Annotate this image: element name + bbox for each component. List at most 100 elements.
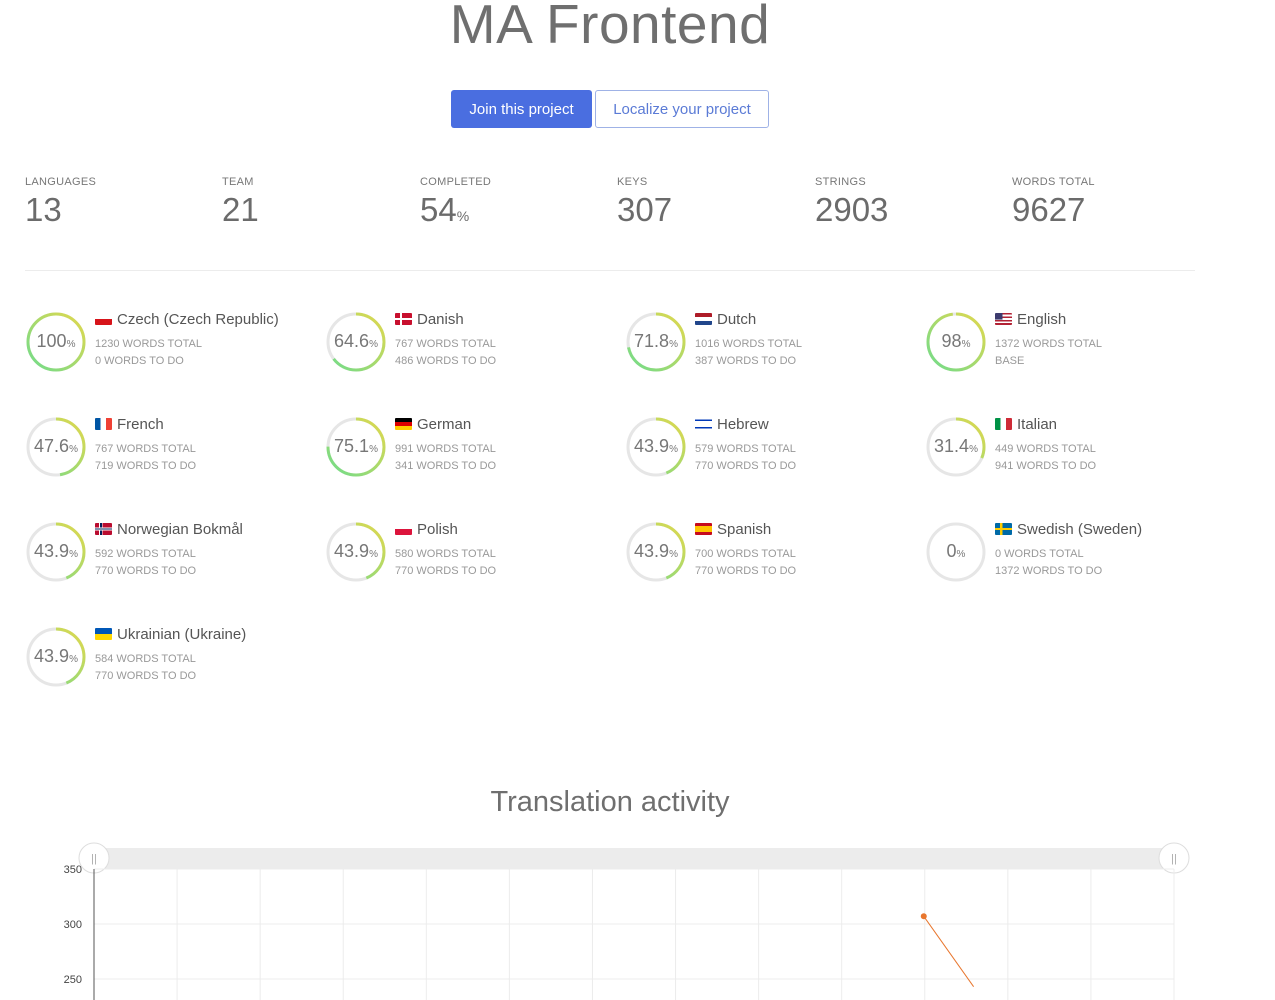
language-card[interactable]: 43.9% Ukrainian (Ukraine) 584 WORDS TOTAL 7… bbox=[25, 626, 315, 690]
stat-label: TEAM bbox=[222, 176, 254, 188]
language-name[interactable]: Hebrew bbox=[695, 416, 769, 433]
flag-icon bbox=[995, 523, 1012, 535]
stat-value: 21 bbox=[222, 191, 259, 228]
words-total: 767 WORDS TOTAL bbox=[95, 443, 196, 455]
flag-icon bbox=[95, 313, 112, 325]
progress-ring: 0% bbox=[925, 521, 987, 583]
words-todo: 770 WORDS TO DO bbox=[95, 670, 197, 682]
words-total: 584 WORDS TOTAL bbox=[95, 653, 196, 665]
words-todo: 941 WORDS TO DO bbox=[995, 460, 1097, 472]
language-card[interactable]: 31.4% Italian 449 WORDS TOTAL 941 WORDS TO … bbox=[925, 416, 1215, 480]
translation-activity-chart: || || 350 300 250 bbox=[64, 842, 1190, 1000]
localize-project-button[interactable]: Localize your project bbox=[595, 90, 769, 128]
words-todo: 1372 WORDS TO DO bbox=[995, 565, 1103, 577]
range-slider-track[interactable] bbox=[94, 848, 1174, 869]
language-name[interactable]: Spanish bbox=[695, 521, 771, 538]
language-name[interactable]: Swedish (Sweden) bbox=[995, 521, 1142, 538]
stat-completed: COMPLETED 54% bbox=[420, 176, 610, 234]
language-name[interactable]: Italian bbox=[995, 416, 1057, 433]
stat-value: 13 bbox=[25, 191, 62, 228]
handle-grip-icon: || bbox=[1171, 853, 1177, 865]
stat-value: 2903 bbox=[815, 191, 889, 228]
stat-label: STRINGS bbox=[815, 176, 866, 188]
progress-ring: 75.1% bbox=[325, 416, 387, 478]
progress-percent: 43.9% bbox=[634, 436, 678, 456]
progress-percent: 31.4% bbox=[934, 436, 978, 456]
language-name[interactable]: German bbox=[395, 416, 471, 433]
stat-label: KEYS bbox=[617, 176, 648, 188]
language-card[interactable]: 98% English 1372 WORDS TOTAL BASE bbox=[925, 311, 1215, 375]
language-name[interactable]: French bbox=[95, 416, 164, 433]
words-total: 592 WORDS TOTAL bbox=[95, 548, 196, 560]
join-project-button[interactable]: Join this project bbox=[451, 90, 592, 128]
words-total: 1372 WORDS TOTAL bbox=[995, 338, 1102, 350]
stat-keys: KEYS 307 bbox=[617, 176, 807, 234]
stat-label: WORDS TOTAL bbox=[1012, 176, 1095, 188]
words-total: 0 WORDS TOTAL bbox=[995, 548, 1084, 560]
progress-ring: 31.4% bbox=[925, 416, 987, 478]
language-card[interactable]: 64.6% Danish 767 WORDS TOTAL 486 WORDS TO D… bbox=[325, 311, 615, 375]
flag-icon bbox=[995, 313, 1012, 325]
progress-percent: 43.9% bbox=[334, 541, 378, 561]
words-total: 991 WORDS TOTAL bbox=[395, 443, 496, 455]
words-todo: 0 WORDS TO DO bbox=[95, 355, 184, 367]
words-total: 1230 WORDS TOTAL bbox=[95, 338, 202, 350]
language-name[interactable]: Czech (Czech Republic) bbox=[95, 311, 279, 328]
handle-grip-icon: || bbox=[91, 853, 97, 865]
language-name[interactable]: Ukrainian (Ukraine) bbox=[95, 626, 246, 643]
words-todo: 341 WORDS TO DO bbox=[395, 460, 497, 472]
language-card[interactable]: 43.9% Spanish 700 WORDS TOTAL 770 WORDS TO … bbox=[625, 521, 915, 585]
language-name[interactable]: Norwegian Bokmål bbox=[95, 521, 243, 538]
progress-ring: 47.6% bbox=[25, 416, 87, 478]
progress-ring: 43.9% bbox=[25, 521, 87, 583]
language-card[interactable]: 75.1% German 991 WORDS TOTAL 341 WORDS TO D… bbox=[325, 416, 615, 480]
progress-percent: 71.8% bbox=[634, 331, 678, 351]
progress-ring: 43.9% bbox=[625, 416, 687, 478]
stat-value: 54% bbox=[420, 191, 470, 228]
flag-icon bbox=[395, 313, 412, 325]
language-card[interactable]: 47.6% French 767 WORDS TOTAL 719 WORDS TO D… bbox=[25, 416, 315, 480]
words-todo: 770 WORDS TO DO bbox=[395, 565, 497, 577]
progress-percent: 47.6% bbox=[34, 436, 78, 456]
language-card[interactable]: 0% Swedish (Sweden) 0 WORDS TOTAL 1372 WORD… bbox=[925, 521, 1215, 585]
progress-ring: 64.6% bbox=[325, 311, 387, 373]
stat-value: 307 bbox=[617, 191, 673, 228]
words-total: 580 WORDS TOTAL bbox=[395, 548, 496, 560]
y-tick-label: 350 bbox=[64, 864, 82, 876]
progress-percent: 98% bbox=[941, 331, 971, 351]
stat-label: COMPLETED bbox=[420, 176, 492, 188]
words-todo: 387 WORDS TO DO bbox=[695, 355, 797, 367]
progress-ring: 43.9% bbox=[25, 626, 87, 688]
progress-percent: 43.9% bbox=[34, 646, 78, 666]
language-name[interactable]: Dutch bbox=[695, 311, 756, 328]
activity-title: Translation activity bbox=[490, 786, 730, 818]
flag-icon bbox=[95, 523, 112, 535]
progress-ring: 43.9% bbox=[325, 521, 387, 583]
words-todo: 770 WORDS TO DO bbox=[695, 460, 797, 472]
stat-team: TEAM 21 bbox=[222, 176, 412, 234]
language-card[interactable]: 71.8% Dutch 1016 WORDS TOTAL 387 WORDS TO D… bbox=[625, 311, 915, 375]
progress-ring: 100% bbox=[25, 311, 87, 373]
project-stats: LANGUAGES 13 TEAM 21 COMPLETED 54% KEYS … bbox=[25, 176, 1225, 236]
language-card[interactable]: 43.9% Polish 580 WORDS TOTAL 770 WORDS TO D… bbox=[325, 521, 615, 585]
language-card[interactable]: 100% Czech (Czech Republic) 1230 WORDS TOT… bbox=[25, 311, 315, 375]
language-card[interactable]: 43.9% Hebrew 579 WORDS TOTAL 770 WORDS TO D… bbox=[625, 416, 915, 480]
stat-words-total: WORDS TOTAL 9627 bbox=[1012, 176, 1202, 234]
words-todo: 770 WORDS TO DO bbox=[95, 565, 197, 577]
words-total: 579 WORDS TOTAL bbox=[695, 443, 796, 455]
words-total: 1016 WORDS TOTAL bbox=[695, 338, 802, 350]
language-card[interactable]: 43.9% Norwegian Bokmål 592 WORDS TOTAL 770 … bbox=[25, 521, 315, 585]
flag-icon bbox=[395, 418, 412, 430]
language-name[interactable]: Danish bbox=[395, 311, 464, 328]
flag-icon bbox=[395, 523, 412, 535]
flag-icon bbox=[995, 418, 1012, 430]
series-line bbox=[923, 916, 975, 987]
words-total: 700 WORDS TOTAL bbox=[695, 548, 796, 560]
language-name[interactable]: English bbox=[995, 311, 1066, 328]
progress-percent: 43.9% bbox=[634, 541, 678, 561]
progress-percent: 0% bbox=[946, 541, 966, 561]
stat-label: LANGUAGES bbox=[25, 176, 97, 188]
y-tick-label: 300 bbox=[64, 919, 82, 931]
language-name[interactable]: Polish bbox=[395, 521, 458, 538]
words-todo: BASE bbox=[995, 355, 1025, 367]
